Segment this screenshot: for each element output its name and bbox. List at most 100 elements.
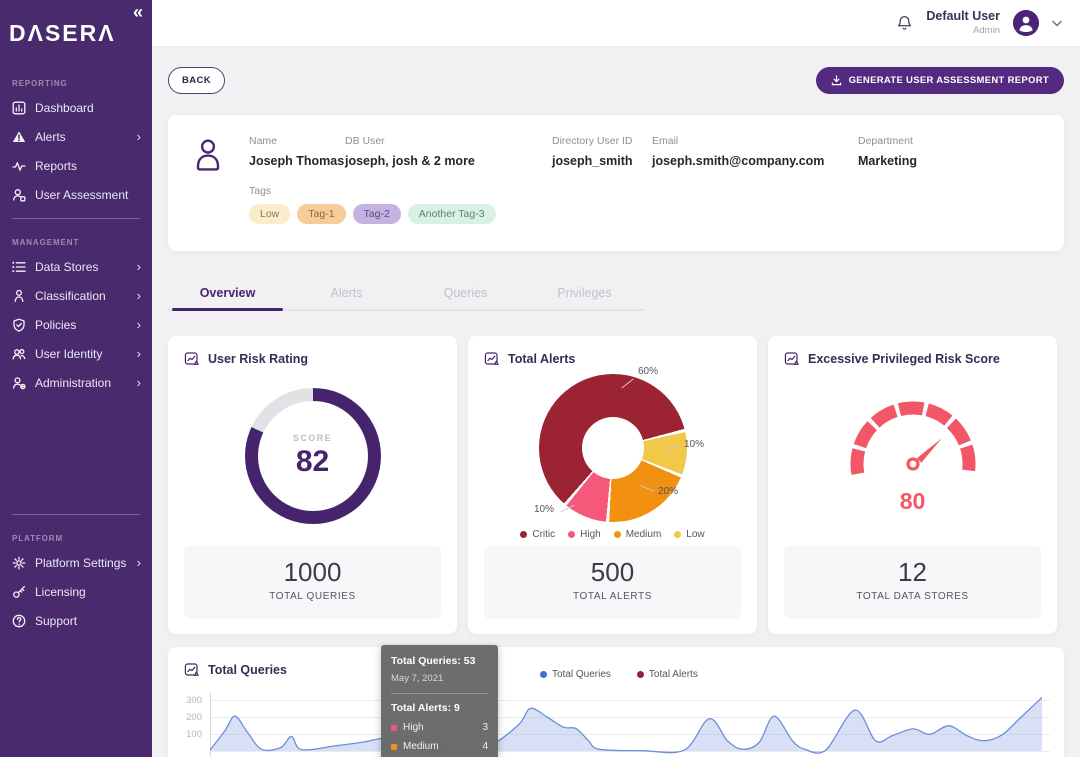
dashboard-icon: [12, 101, 26, 115]
tooltip-row-value: 4: [482, 741, 488, 752]
user-identity-icon: [12, 347, 26, 361]
chevron-down-icon[interactable]: [1052, 20, 1062, 27]
field-label: Name: [249, 135, 278, 147]
user-role: Admin: [973, 24, 1000, 36]
sidebar-item-user-identity[interactable]: User Identity ›: [0, 339, 152, 368]
policies-icon: [12, 318, 26, 332]
field-directory-user-id: Directory User ID joseph_smith: [552, 135, 652, 168]
legend-label: Medium: [625, 529, 662, 540]
tag-tag-2: Tag-2: [352, 204, 401, 224]
sidebar-item-dashboard[interactable]: Dashboard: [0, 93, 152, 122]
chevron-right-icon: ›: [136, 374, 141, 390]
tab-alerts[interactable]: Alerts: [287, 280, 406, 309]
classification-icon: [12, 289, 26, 303]
nav-divider: [12, 514, 140, 515]
field-value: joseph, josh & 2 more: [345, 154, 475, 168]
sidebar-item-label: Classification: [35, 288, 106, 303]
footer-value: 500: [590, 557, 635, 587]
tag-another-tag-3: Another Tag-3: [407, 204, 496, 224]
score-value: 82: [295, 445, 330, 478]
sidebar-item-label: Alerts: [35, 129, 66, 144]
tooltip-row-value: 3: [482, 722, 488, 733]
legend-label: Total Alerts: [648, 669, 698, 680]
sidebar-collapse-icon[interactable]: «: [133, 2, 143, 23]
chart-tooltip: Total Queries: 53 May 7, 2021 Total Aler…: [381, 645, 498, 757]
main-content: BACK GENERATE USER ASSESSMENT REPORT Nam…: [152, 47, 1080, 757]
sidebar: « DΛSERΛ REPORTING Dashboard Alerts › Report…: [0, 0, 152, 757]
alerts-donut[interactable]: [538, 374, 687, 522]
sidebar-item-label: Dashboard: [35, 100, 94, 115]
tab-overview[interactable]: Overview: [168, 280, 287, 311]
support-icon: [12, 614, 26, 628]
legend-dot: [636, 671, 644, 678]
sidebar-item-policies[interactable]: Policies ›: [0, 310, 152, 339]
severity-swatch: [391, 724, 397, 731]
footer-label: TOTAL QUERIES: [269, 591, 356, 602]
total-queries-card: Total Queries Total Queries Total Alerts …: [168, 647, 1064, 757]
nav-divider: [12, 218, 140, 219]
legend-item-medium: Medium: [613, 529, 662, 540]
tab-queries[interactable]: Queries: [406, 280, 525, 309]
person-outline-icon: [196, 139, 220, 171]
field-value: Joseph Thomas: [249, 154, 345, 168]
tags-label: Tags: [249, 185, 272, 197]
sidebar-item-label: Support: [35, 613, 78, 628]
back-button[interactable]: BACK: [168, 67, 226, 94]
nav-section-label: PLATFORM: [12, 534, 64, 543]
sidebar-item-licensing[interactable]: Licensing: [0, 577, 152, 606]
tabs: Overview Alerts Queries Privileges: [168, 280, 644, 311]
sidebar-item-reports[interactable]: Reports: [0, 151, 152, 180]
tab-privileges[interactable]: Privileges: [525, 280, 644, 309]
y-tick: 100: [186, 729, 202, 740]
sidebar-item-administration[interactable]: Administration ›: [0, 368, 152, 397]
sidebar-item-alerts[interactable]: Alerts ›: [0, 122, 152, 151]
field-label: Directory User ID: [552, 135, 633, 147]
avatar[interactable]: [1013, 10, 1039, 36]
notifications-bell-icon[interactable]: [896, 14, 913, 32]
user-info-card: Name Joseph Thomas DB User joseph, josh & 2…: [168, 115, 1064, 251]
chevron-right-icon: ›: [136, 258, 141, 274]
field-value: Marketing: [858, 154, 918, 168]
queries-area-chart[interactable]: [210, 687, 1042, 757]
pct-label-low: 10%: [684, 439, 705, 450]
sidebar-item-data-stores[interactable]: Data Stores ›: [0, 252, 152, 281]
user-assessment-icon: [12, 188, 26, 202]
y-tick: 300: [186, 695, 202, 706]
sidebar-item-platform-settings[interactable]: Platform Settings ›: [0, 548, 152, 577]
legend-item-high: High: [568, 529, 601, 540]
generate-report-button[interactable]: GENERATE USER ASSESSMENT REPORT: [815, 67, 1064, 94]
tooltip-rows: High 3 Medium 4: [391, 722, 488, 752]
privileged-risk-card: Excessive Privileged Risk Score 80 12 TO…: [768, 336, 1057, 634]
user-fields: Name Joseph Thomas DB User joseph, josh & 2…: [188, 135, 1044, 168]
tooltip-row-medium: Medium 4: [391, 741, 488, 752]
user-name: Default User: [926, 9, 1000, 24]
user-risk-rating-card: User Risk Rating SCORE 82 1000 TOTAL QUE…: [168, 336, 457, 634]
sidebar-item-label: Reports: [35, 158, 78, 173]
sidebar-item-label: User Identity: [35, 346, 103, 361]
legend-item-total-queries: Total Queries: [540, 669, 611, 680]
sidebar-item-label: Data Stores: [35, 259, 99, 274]
user-menu[interactable]: Default User Admin: [926, 9, 1000, 37]
card-footer: 1000 TOTAL QUERIES: [184, 546, 441, 619]
chart-warning-icon: [184, 663, 199, 676]
administration-icon: [12, 376, 26, 390]
chart-warning-icon: [184, 352, 199, 365]
risk-gauge: [850, 401, 975, 475]
user-tags: Tags Low Tag-1 Tag-2 Another Tag-3: [188, 185, 1044, 224]
gauge-needle: [905, 438, 942, 471]
nav-section-label: REPORTING: [12, 79, 68, 88]
total-alerts-card: Total Alerts 60% 10% 20% 10% Critic High M…: [468, 336, 757, 634]
sidebar-item-user-assessment[interactable]: User Assessment: [0, 180, 152, 209]
tooltip-queries: Total Queries: 53: [391, 655, 476, 667]
reports-icon: [12, 159, 26, 173]
nav-section-label: MANAGEMENT: [12, 238, 80, 247]
card-title: User Risk Rating: [208, 352, 309, 366]
sidebar-item-support[interactable]: Support: [0, 606, 152, 635]
sidebar-nav: REPORTING Dashboard Alerts › Reports User Ass…: [0, 69, 152, 635]
sidebar-item-classification[interactable]: Classification ›: [0, 281, 152, 310]
sidebar-item-label: Licensing: [35, 584, 86, 599]
sidebar-item-label: Platform Settings: [35, 555, 127, 570]
tooltip-alerts: Total Alerts: 9: [391, 702, 460, 714]
tooltip-row-label: Medium: [403, 741, 439, 752]
